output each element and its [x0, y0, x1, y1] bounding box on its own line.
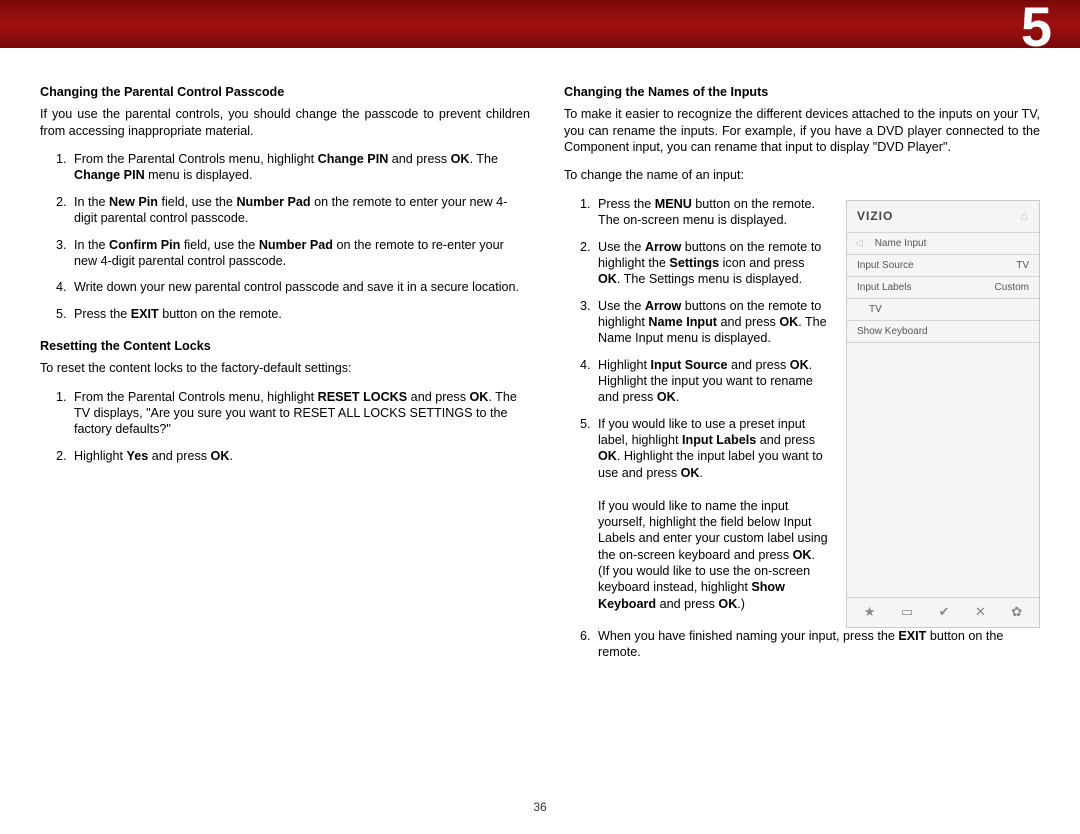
tv-menu-mock: VIZIO ⌂ ◁ Name Input Input Source TV Inp… [846, 200, 1040, 628]
step: In the Confirm Pin field, use the Number… [70, 237, 530, 270]
page-content: Changing the Parental Control Passcode I… [0, 48, 1080, 677]
tv-menu-footer: ★ ▭ ✔ ✕ ✿ [847, 597, 1039, 627]
step: From the Parental Controls menu, highlig… [70, 151, 530, 184]
step: From the Parental Controls menu, highlig… [70, 389, 530, 438]
x-icon: ✕ [975, 604, 986, 621]
tv-menu-header: VIZIO ⌂ [847, 201, 1039, 234]
section-heading-reset: Resetting the Content Locks [40, 338, 530, 354]
step: Highlight Input Source and press OK. Hig… [594, 357, 828, 406]
breadcrumb-label: Name Input [875, 237, 927, 250]
step: Write down your new parental control pas… [70, 279, 530, 295]
right-column: Changing the Names of the Inputs To make… [564, 84, 1040, 677]
gear-icon: ✿ [1011, 604, 1022, 621]
step: Press the EXIT button on the remote. [70, 306, 530, 322]
step: Press the MENU button on the remote. The… [594, 196, 828, 229]
step: In the New Pin field, use the Number Pad… [70, 194, 530, 227]
reset-steps: From the Parental Controls menu, highlig… [40, 389, 530, 464]
tv-row-input-labels: Input Labels Custom [847, 277, 1039, 299]
section-heading-passcode: Changing the Parental Control Passcode [40, 84, 530, 100]
back-icon: ◁ [855, 237, 863, 250]
tv-brand: VIZIO [857, 209, 893, 225]
star-icon: ★ [864, 604, 876, 621]
chapter-header: 5 [0, 0, 1080, 48]
v-icon: ✔ [939, 604, 950, 621]
input-steps: Press the MENU button on the remote. The… [564, 196, 828, 612]
input-steps-wrap: Press the MENU button on the remote. The… [564, 196, 828, 628]
pip-icon: ▭ [901, 604, 913, 621]
step: When you have finished naming your input… [594, 628, 1040, 661]
passcode-steps: From the Parental Controls menu, highlig… [40, 151, 530, 322]
section-intro: To reset the content locks to the factor… [40, 360, 530, 376]
home-icon: ⌂ [1021, 209, 1029, 225]
lead-text: To change the name of an input: [564, 167, 1040, 183]
chapter-number: 5 [1021, 0, 1052, 59]
section-intro: If you use the parental controls, you sh… [40, 106, 530, 139]
step: Highlight Yes and press OK. [70, 448, 530, 464]
step: If you would like to use a preset input … [594, 416, 828, 612]
step: Use the Arrow buttons on the remote to h… [594, 239, 828, 288]
left-column: Changing the Parental Control Passcode I… [40, 84, 530, 677]
section-heading-inputs: Changing the Names of the Inputs [564, 84, 1040, 100]
input-steps-cont: When you have finished naming your input… [564, 628, 1040, 661]
step: Use the Arrow buttons on the remote to h… [594, 298, 828, 347]
tv-row-show-keyboard: Show Keyboard [847, 321, 1039, 343]
tv-row-input-source: Input Source TV [847, 255, 1039, 277]
page-number: 36 [0, 800, 1080, 814]
tv-menu-breadcrumb: ◁ Name Input [847, 233, 1039, 255]
section-intro: To make it easier to recognize the diffe… [564, 106, 1040, 155]
tv-row-custom-value: TV [847, 299, 1039, 321]
